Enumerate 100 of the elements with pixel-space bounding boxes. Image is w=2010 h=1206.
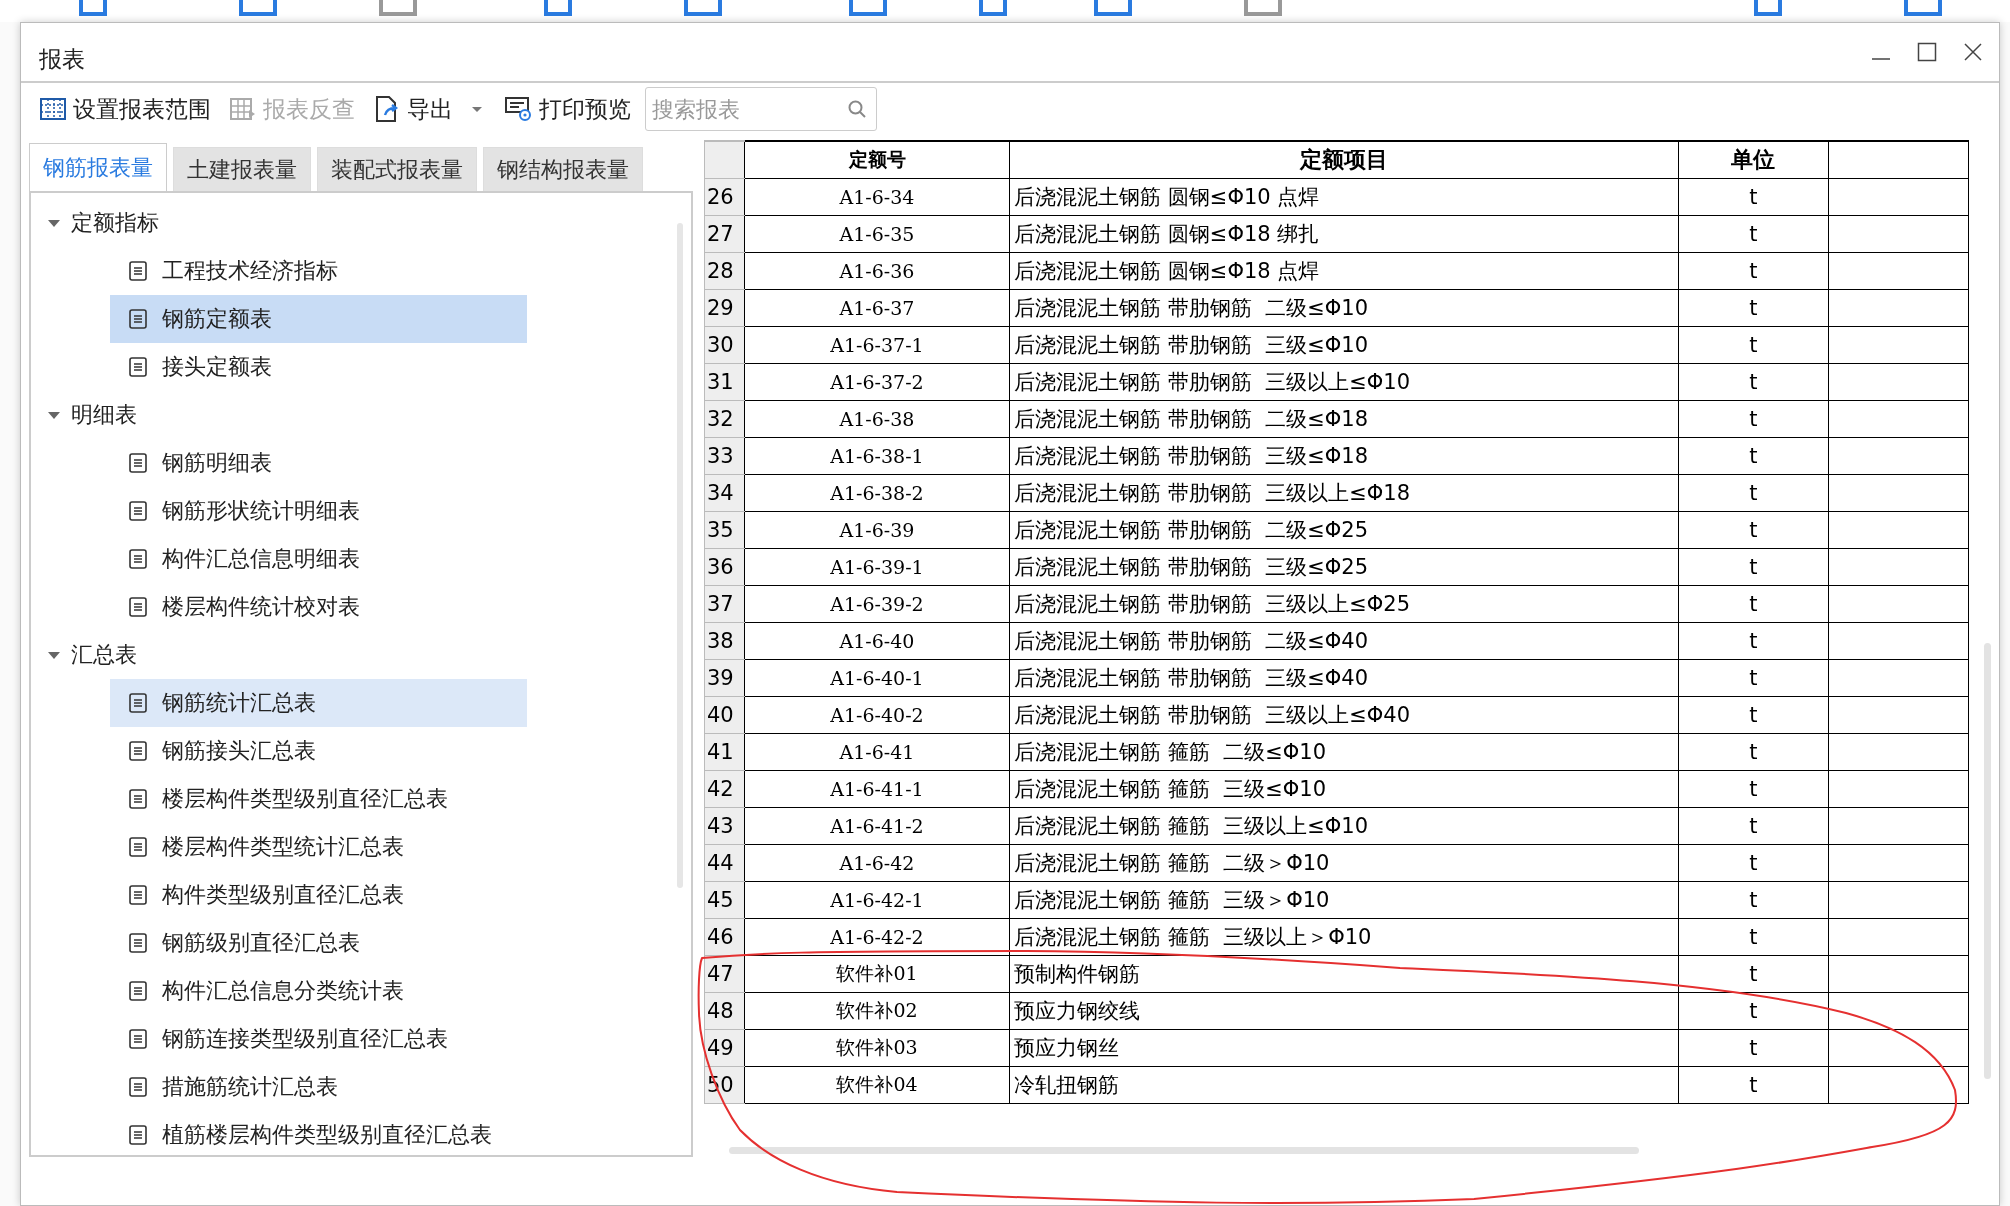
search-field[interactable]: 搜索报表	[645, 87, 877, 131]
tree-item[interactable]: 工程技术经济指标	[110, 247, 527, 295]
table-cell: A1-6-41	[744, 733, 1010, 771]
row-number: 40	[704, 696, 745, 734]
table-cell: A1-6-41-1	[744, 770, 1010, 808]
tree-item[interactable]: 钢筋明细表	[110, 439, 527, 487]
table-cell: 后浇混泥土钢筋 箍筋 二级＞Φ10	[1009, 844, 1679, 882]
table-cell: 后浇混泥土钢筋 带肋钢筋 二级≤Φ18	[1009, 400, 1679, 438]
table-cell: 后浇混泥土钢筋 带肋钢筋 三级以上≤Φ25	[1009, 585, 1679, 623]
column-header[interactable]: 定额项目	[1009, 141, 1679, 179]
row-number: 31	[704, 363, 745, 401]
table-cell: 后浇混泥土钢筋 带肋钢筋 三级以上≤Φ40	[1009, 696, 1679, 734]
table-cell: 后浇混泥土钢筋 带肋钢筋 三级≤Φ25	[1009, 548, 1679, 586]
table-cell: A1-6-37-2	[744, 363, 1010, 401]
table-cell: 后浇混泥土钢筋 带肋钢筋 三级以上≤Φ18	[1009, 474, 1679, 512]
row-number: 41	[704, 733, 745, 771]
table-cell: t	[1678, 622, 1829, 660]
tree-item[interactable]: 构件汇总信息分类统计表	[110, 967, 527, 1015]
tree-group[interactable]: 汇总表	[31, 631, 691, 679]
column-header[interactable]: 单位	[1678, 141, 1829, 179]
table-cell: 后浇混泥土钢筋 箍筋 三级＞Φ10	[1009, 881, 1679, 919]
tree-item[interactable]: 措施筋统计汇总表	[110, 1063, 527, 1111]
tree-item[interactable]: 接头定额表	[110, 343, 527, 391]
row-number: 33	[704, 437, 745, 475]
tab[interactable]: 钢筋报表量	[29, 143, 167, 191]
table-cell: 后浇混泥土钢筋 带肋钢筋 二级≤Φ40	[1009, 622, 1679, 660]
tree-group[interactable]: 定额指标	[31, 199, 691, 247]
table-cell: t	[1678, 1029, 1829, 1067]
table-cell: t	[1678, 474, 1829, 512]
toolbar-button[interactable]: 导出	[369, 91, 489, 127]
tree-item[interactable]: 构件汇总信息明细表	[110, 535, 527, 583]
tab[interactable]: 钢结构报表量	[483, 147, 643, 191]
table-cell: 后浇混泥土钢筋 带肋钢筋 三级≤Φ18	[1009, 437, 1679, 475]
table-cell: 后浇混泥土钢筋 带肋钢筋 三级≤Φ40	[1009, 659, 1679, 697]
toolbar-button[interactable]: 打印预览	[499, 91, 635, 127]
table-cell: t	[1678, 696, 1829, 734]
tree-item[interactable]: 楼层构件类型级别直径汇总表	[110, 775, 527, 823]
table-cell: t	[1678, 548, 1829, 586]
toolbar-button[interactable]: 设置报表范围	[35, 91, 215, 127]
table-cell: A1-6-42-1	[744, 881, 1010, 919]
table-cell: 预应力钢绞线	[1009, 992, 1679, 1030]
table-cell: 后浇混泥土钢筋 带肋钢筋 三级以上≤Φ10	[1009, 363, 1679, 401]
row-number: 35	[704, 511, 745, 549]
tree-group[interactable]: 明细表	[31, 391, 691, 439]
row-number: 47	[704, 955, 745, 993]
row-number: 42	[704, 770, 745, 808]
row-number: 36	[704, 548, 745, 586]
table-cell: t	[1678, 770, 1829, 808]
tree-item[interactable]: 植筋楼层构件类型级别直径汇总表	[110, 1111, 527, 1159]
table-cell: 软件补02	[744, 992, 1010, 1030]
window-title: 报表	[39, 44, 85, 74]
table-cell: 后浇混泥土钢筋 箍筋 三级以上＞Φ10	[1009, 918, 1679, 956]
table-cell: 后浇混泥土钢筋 圆钢≤Φ18 绑扎	[1009, 215, 1679, 253]
table-cell: 后浇混泥土钢筋 箍筋 三级≤Φ10	[1009, 770, 1679, 808]
table-cell: t	[1678, 363, 1829, 401]
table-cell: A1-6-41-2	[744, 807, 1010, 845]
tree-item[interactable]: 钢筋接头汇总表	[110, 727, 527, 775]
row-number: 28	[704, 252, 745, 290]
tree-item[interactable]: 构件类型级别直径汇总表	[110, 871, 527, 919]
row-number: 49	[704, 1029, 745, 1067]
table-cell: 冷轧扭钢筋	[1009, 1066, 1679, 1104]
table-cell: 后浇混泥土钢筋 箍筋 三级以上≤Φ10	[1009, 807, 1679, 845]
row-number: 38	[704, 622, 745, 660]
table-cell: t	[1678, 1066, 1829, 1104]
table-cell: 后浇混泥土钢筋 圆钢≤Φ10 点焊	[1009, 178, 1679, 216]
table-cell: t	[1678, 918, 1829, 956]
row-number: 46	[704, 918, 745, 956]
tree-item[interactable]: 楼层构件统计校对表	[110, 583, 527, 631]
column-header[interactable]: 定额号	[744, 141, 1010, 179]
tree-item[interactable]: 楼层构件类型统计汇总表	[110, 823, 527, 871]
tree-item[interactable]: 钢筋连接类型级别直径汇总表	[110, 1015, 527, 1063]
tab[interactable]: 装配式报表量	[317, 147, 477, 191]
table-cell: t	[1678, 844, 1829, 882]
row-number: 44	[704, 844, 745, 882]
table-cell: 后浇混泥土钢筋 圆钢≤Φ18 点焊	[1009, 252, 1679, 290]
tree-item[interactable]: 钢筋统计汇总表	[110, 679, 527, 727]
row-number: 27	[704, 215, 745, 253]
table-cell: t	[1678, 659, 1829, 697]
table-cell: t	[1678, 400, 1829, 438]
table-cell: A1-6-39-1	[744, 548, 1010, 586]
row-number: 39	[704, 659, 745, 697]
table-cell: t	[1678, 733, 1829, 771]
table-cell: A1-6-40	[744, 622, 1010, 660]
table-cell: A1-6-40-2	[744, 696, 1010, 734]
row-number: 34	[704, 474, 745, 512]
table-cell: A1-6-42	[744, 844, 1010, 882]
table-cell: A1-6-40-1	[744, 659, 1010, 697]
table-cell: A1-6-37-1	[744, 326, 1010, 364]
tree-item[interactable]: 钢筋形状统计明细表	[110, 487, 527, 535]
row-number: 48	[704, 992, 745, 1030]
table-cell: 预应力钢丝	[1009, 1029, 1679, 1067]
table-cell: t	[1678, 585, 1829, 623]
table-cell: t	[1678, 178, 1829, 216]
table-cell: 软件补04	[744, 1066, 1010, 1104]
table-cell: t	[1678, 511, 1829, 549]
table-cell: 后浇混泥土钢筋 带肋钢筋 三级≤Φ10	[1009, 326, 1679, 364]
table-cell: A1-6-38-1	[744, 437, 1010, 475]
tree-item[interactable]: 钢筋定额表	[110, 295, 527, 343]
tree-item[interactable]: 钢筋级别直径汇总表	[110, 919, 527, 967]
tab[interactable]: 土建报表量	[173, 147, 311, 191]
